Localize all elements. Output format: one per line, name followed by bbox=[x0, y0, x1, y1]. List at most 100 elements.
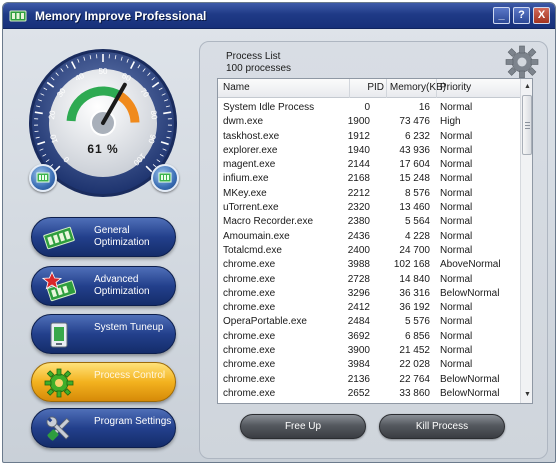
memory-cell: 5 576 bbox=[404, 316, 430, 328]
process-name-cell: chrome.exe bbox=[223, 259, 276, 271]
pid-cell: 1912 bbox=[347, 130, 370, 142]
pid-cell: 2212 bbox=[347, 187, 370, 199]
tools-icon bbox=[46, 416, 71, 441]
column-divider bbox=[349, 79, 350, 98]
pid-cell: 1900 bbox=[347, 116, 370, 128]
close-button[interactable]: X bbox=[533, 7, 550, 24]
pid-cell: 1940 bbox=[347, 144, 370, 156]
priority-cell: Normal bbox=[440, 102, 473, 113]
process-table[interactable]: Name PID Memory(KB) Priority System Idle… bbox=[217, 78, 533, 404]
quick-settings-button[interactable] bbox=[151, 164, 179, 192]
pid-cell: 3900 bbox=[347, 345, 370, 357]
process-name-cell: chrome.exe bbox=[223, 373, 276, 385]
vertical-scrollbar[interactable]: ▲ ▼ bbox=[520, 79, 532, 403]
pid-cell: 2144 bbox=[347, 159, 370, 171]
table-row[interactable]: Totalcmd.exe 2400 24 700 Normal bbox=[218, 244, 520, 258]
nav-advanced-optimization[interactable]: Advanced Optimization bbox=[31, 266, 176, 306]
priority-cell: Normal bbox=[440, 316, 473, 328]
nav-process-control[interactable]: Process Control bbox=[31, 362, 176, 402]
column-header-priority[interactable]: Priority bbox=[440, 82, 471, 93]
table-row[interactable]: chrome.exe 2136 22 764 BelowNormal bbox=[218, 373, 520, 387]
process-name-cell: OperaPortable.exe bbox=[223, 316, 307, 328]
app-window: Memory Improve Professional _ ? X 0 10 20 3… bbox=[2, 2, 556, 463]
table-row[interactable]: magent.exe 2144 17 604 Normal bbox=[218, 158, 520, 172]
memory-cell: 16 bbox=[418, 102, 430, 113]
pid-cell: 3692 bbox=[347, 330, 370, 342]
priority-cell: Normal bbox=[440, 273, 473, 285]
table-row[interactable]: taskhost.exe 1912 6 232 Normal bbox=[218, 130, 520, 144]
scroll-up-arrow-icon[interactable]: ▲ bbox=[521, 81, 532, 93]
pid-cell: 3984 bbox=[347, 359, 370, 371]
table-row[interactable]: chrome.exe 3988 102 168 AboveNormal bbox=[218, 258, 520, 272]
priority-cell: Normal bbox=[440, 244, 473, 256]
grip-line bbox=[525, 125, 530, 126]
process-name-cell: infium.exe bbox=[223, 173, 269, 185]
quick-optimize-button[interactable] bbox=[29, 164, 57, 192]
process-name-cell: magent.exe bbox=[223, 159, 276, 171]
memory-cell: 6 856 bbox=[404, 330, 430, 342]
minimize-button[interactable]: _ bbox=[493, 7, 510, 24]
nav-label: Program Settings bbox=[94, 416, 172, 427]
table-row[interactable]: Amoumain.exe 2436 4 228 Normal bbox=[218, 230, 520, 244]
table-row[interactable]: OperaPortable.exe 2484 5 576 Normal bbox=[218, 315, 520, 329]
table-row[interactable]: chrome.exe 3692 6 856 Normal bbox=[218, 330, 520, 344]
gauge-tick bbox=[34, 130, 39, 133]
memory-chip-icon bbox=[43, 226, 75, 250]
table-row[interactable]: uTorrent.exe 2320 13 460 Normal bbox=[218, 201, 520, 215]
table-row[interactable]: chrome.exe 2652 33 860 BelowNormal bbox=[218, 387, 520, 401]
help-button[interactable]: ? bbox=[513, 7, 530, 24]
scroll-thumb[interactable] bbox=[522, 95, 532, 155]
table-row[interactable]: System Idle Process 0 16 Normal bbox=[218, 101, 520, 115]
priority-cell: Normal bbox=[440, 130, 473, 142]
pid-cell: 2728 bbox=[347, 273, 370, 285]
table-row[interactable]: Macro Recorder.exe 2380 5 564 Normal bbox=[218, 215, 520, 229]
free-up-button[interactable]: Free Up bbox=[240, 414, 366, 439]
memory-cell: 8 576 bbox=[404, 187, 430, 199]
memory-chip-icon bbox=[158, 172, 172, 183]
priority-cell: Normal bbox=[440, 302, 473, 314]
device-icon bbox=[50, 322, 68, 348]
app-logo-icon bbox=[9, 10, 27, 22]
priority-cell: BelowNormal bbox=[440, 373, 500, 385]
priority-cell: Normal bbox=[440, 159, 473, 171]
priority-cell: Normal bbox=[440, 173, 473, 185]
grip-line bbox=[525, 128, 530, 129]
table-row[interactable]: chrome.exe 3900 21 452 Normal bbox=[218, 344, 520, 358]
memory-usage-percent: 61 % bbox=[87, 142, 119, 156]
priority-cell: BelowNormal bbox=[440, 387, 500, 399]
priority-cell: Normal bbox=[440, 202, 473, 214]
memory-cell: 36 192 bbox=[399, 302, 430, 314]
process-name-cell: dwm.exe bbox=[223, 116, 264, 128]
table-row[interactable]: chrome.exe 3984 22 028 Normal bbox=[218, 358, 520, 372]
process-name-cell: chrome.exe bbox=[223, 302, 276, 314]
process-name-cell: chrome.exe bbox=[223, 345, 276, 357]
nav-program-settings[interactable]: Program Settings bbox=[31, 408, 176, 448]
column-header-name[interactable]: Name bbox=[223, 82, 250, 93]
nav-system-tuneup[interactable]: System Tuneup bbox=[31, 314, 176, 354]
table-row[interactable]: MKey.exe 2212 8 576 Normal bbox=[218, 187, 520, 201]
pid-cell: 2320 bbox=[347, 202, 370, 214]
process-rows: System Idle Process 0 16 Normal dwm.exe 1900 7… bbox=[218, 101, 520, 401]
process-name-cell: Macro Recorder.exe bbox=[223, 216, 314, 228]
title-bar[interactable]: Memory Improve Professional _ ? X bbox=[3, 3, 555, 29]
settings-gear-icon[interactable] bbox=[505, 45, 539, 79]
kill-process-button[interactable]: Kill Process bbox=[379, 414, 505, 439]
priority-cell: Normal bbox=[440, 359, 473, 371]
table-row[interactable]: explorer.exe 1940 43 936 Normal bbox=[218, 144, 520, 158]
memory-cell: 73 476 bbox=[399, 116, 430, 128]
table-row[interactable]: chrome.exe 3296 36 316 BelowNormal bbox=[218, 287, 520, 301]
priority-cell: AboveNormal bbox=[440, 259, 501, 271]
memory-cell: 5 564 bbox=[404, 216, 430, 228]
table-row[interactable]: dwm.exe 1900 73 476 High bbox=[218, 115, 520, 129]
table-row[interactable]: infium.exe 2168 15 248 Normal bbox=[218, 172, 520, 186]
priority-cell: Normal bbox=[440, 187, 473, 199]
table-row[interactable]: chrome.exe 2412 36 192 Normal bbox=[218, 301, 520, 315]
star-chip-icon bbox=[42, 271, 76, 302]
priority-cell: BelowNormal bbox=[440, 287, 500, 299]
memory-cell: 15 248 bbox=[399, 173, 430, 185]
memory-cell: 36 316 bbox=[399, 287, 430, 299]
nav-general-optimization[interactable]: General Optimization bbox=[31, 217, 176, 257]
scroll-down-arrow-icon[interactable]: ▼ bbox=[521, 389, 532, 401]
table-row[interactable]: chrome.exe 2728 14 840 Normal bbox=[218, 273, 520, 287]
pid-cell: 2484 bbox=[347, 316, 370, 328]
